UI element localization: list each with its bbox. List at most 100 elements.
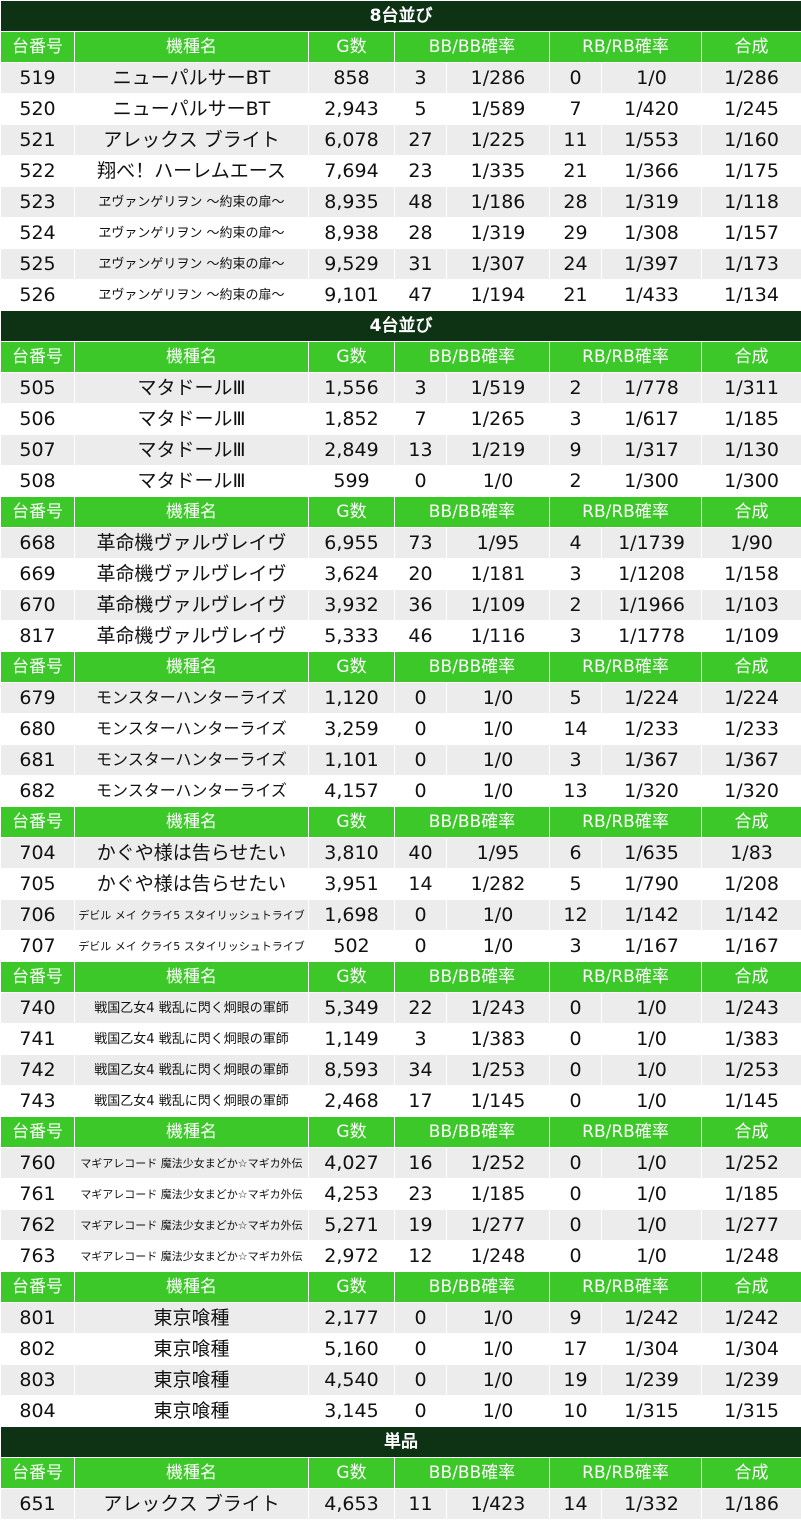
cell-model-name: ヱヴァンゲリヲン ～約束の扉～ (74, 279, 309, 311)
cell-bb-count: 12 (394, 1240, 447, 1272)
section-title: 8台並び (0, 0, 801, 32)
cell-bb-count: 36 (394, 589, 447, 621)
cell-machine-no: 804 (0, 1395, 75, 1427)
cell-games: 6,078 (308, 124, 395, 156)
cell-bb-count: 22 (394, 992, 447, 1024)
table-row: 506 マタドールⅢ 1,852 7 1/265 3 1/617 1/185 (0, 403, 801, 435)
cell-bb-rate: 1/225 (446, 124, 550, 156)
cell-machine-no: 520 (0, 93, 75, 125)
cell-rb-rate: 1/778 (601, 372, 702, 404)
cell-rb-count: 0 (549, 1209, 602, 1241)
cell-model-name: マギアレコード 魔法少女まどか☆マギカ外伝 (74, 1209, 309, 1241)
header-rb-rate: RB/RB確率 (549, 961, 702, 993)
cell-rb-count: 14 (549, 1488, 602, 1520)
cell-combined-rate: 1/167 (700, 930, 801, 962)
cell-bb-count: 31 (394, 248, 447, 280)
header-machine-no: 台番号 (0, 496, 75, 528)
cell-machine-no: 705 (0, 868, 75, 900)
cell-model-name: ヱヴァンゲリヲン ～約束の扉～ (74, 186, 309, 218)
column-header-row: 台番号 機種名 G数 BB/BB確率 RB/RB確率 合成 (0, 1457, 801, 1489)
cell-rb-rate: 1/0 (601, 1054, 702, 1086)
cell-model-name: マタドールⅢ (74, 372, 309, 404)
cell-machine-no: 743 (0, 1085, 75, 1117)
cell-machine-no: 741 (0, 1023, 75, 1055)
cell-machine-no: 668 (0, 527, 75, 559)
cell-machine-no: 669 (0, 558, 75, 590)
table-row: 679 モンスターハンターライズ 1,120 0 1/0 5 1/224 1/224 (0, 682, 801, 714)
section-title-row: 8台並び (0, 0, 801, 32)
cell-model-name: 東京喰種 (74, 1302, 309, 1334)
cell-rb-count: 19 (549, 1364, 602, 1396)
cell-rb-count: 10 (549, 1395, 602, 1427)
cell-machine-no: 522 (0, 155, 75, 187)
table-row: 707 デビル メイ クライ5 スタイリッシュトライブ 502 0 1/0 3 1/167 1… (0, 930, 801, 962)
table-row: 525 ヱヴァンゲリヲン ～約束の扉～ 9,529 31 1/307 24 1/397 1/1… (0, 248, 801, 280)
column-header-row: 台番号 機種名 G数 BB/BB確率 RB/RB確率 合成 (0, 31, 801, 63)
cell-rb-rate: 1/315 (601, 1395, 702, 1427)
cell-bb-rate: 1/194 (446, 279, 550, 311)
cell-bb-count: 0 (394, 1333, 447, 1365)
cell-bb-count: 48 (394, 186, 447, 218)
cell-model-name: 東京喰種 (74, 1333, 309, 1365)
cell-combined-rate: 1/253 (700, 1054, 801, 1086)
cell-rb-rate: 1/0 (601, 992, 702, 1024)
column-header-row: 台番号 機種名 G数 BB/BB確率 RB/RB確率 合成 (0, 961, 801, 993)
column-header-row: 台番号 機種名 G数 BB/BB確率 RB/RB確率 合成 (0, 806, 801, 838)
cell-machine-no: 523 (0, 186, 75, 218)
cell-rb-count: 3 (549, 744, 602, 776)
header-combined-rate: 合成 (700, 1116, 801, 1148)
cell-bb-count: 17 (394, 1085, 447, 1117)
section-title: 単品 (0, 1426, 801, 1458)
header-model-name: 機種名 (74, 341, 309, 373)
table-row: 669 革命機ヴァルヴレイヴ 3,624 20 1/181 3 1/1208 1/158 (0, 558, 801, 590)
cell-games: 599 (308, 465, 395, 497)
cell-rb-rate: 1/0 (601, 1147, 702, 1179)
header-combined-rate: 合成 (700, 806, 801, 838)
header-games: G数 (308, 31, 395, 63)
cell-combined-rate: 1/145 (700, 1085, 801, 1117)
cell-bb-count: 13 (394, 434, 447, 466)
cell-model-name: アレックス ブライト (74, 1488, 309, 1520)
header-machine-no: 台番号 (0, 341, 75, 373)
cell-machine-no: 817 (0, 620, 75, 652)
cell-rb-count: 3 (549, 620, 602, 652)
cell-model-name: マギアレコード 魔法少女まどか☆マギカ外伝 (74, 1147, 309, 1179)
table-row: 505 マタドールⅢ 1,556 3 1/519 2 1/778 1/311 (0, 372, 801, 404)
cell-bb-rate: 1/0 (446, 465, 550, 497)
table-row: 740 戦国乙女4 戦乱に閃く炯眼の軍師 5,349 22 1/243 0 1/0 1/243 (0, 992, 801, 1024)
cell-games: 3,932 (308, 589, 395, 621)
cell-rb-count: 6 (549, 837, 602, 869)
cell-machine-no: 521 (0, 124, 75, 156)
cell-model-name: 革命機ヴァルヴレイヴ (74, 620, 309, 652)
cell-rb-count: 24 (549, 248, 602, 280)
cell-bb-count: 73 (394, 527, 447, 559)
cell-bb-count: 28 (394, 217, 447, 249)
cell-games: 1,556 (308, 372, 395, 404)
cell-machine-no: 670 (0, 589, 75, 621)
header-bb-rate: BB/BB確率 (394, 341, 550, 373)
cell-rb-count: 12 (549, 899, 602, 931)
cell-bb-rate: 1/109 (446, 589, 550, 621)
cell-rb-count: 2 (549, 372, 602, 404)
cell-model-name: モンスターハンターライズ (74, 682, 309, 714)
cell-rb-count: 0 (549, 1240, 602, 1272)
cell-bb-count: 0 (394, 1364, 447, 1396)
cell-rb-rate: 1/1739 (601, 527, 702, 559)
cell-games: 5,333 (308, 620, 395, 652)
cell-rb-rate: 1/1966 (601, 589, 702, 621)
cell-bb-count: 0 (394, 465, 447, 497)
cell-machine-no: 524 (0, 217, 75, 249)
cell-combined-rate: 1/239 (700, 1364, 801, 1396)
cell-combined-rate: 1/233 (700, 713, 801, 745)
cell-bb-count: 46 (394, 620, 447, 652)
cell-rb-count: 14 (549, 713, 602, 745)
cell-rb-rate: 1/1208 (601, 558, 702, 590)
cell-bb-count: 27 (394, 124, 447, 156)
cell-rb-count: 0 (549, 1023, 602, 1055)
cell-rb-rate: 1/617 (601, 403, 702, 435)
cell-machine-no: 651 (0, 1488, 75, 1520)
header-bb-rate: BB/BB確率 (394, 806, 550, 838)
cell-machine-no: 763 (0, 1240, 75, 1272)
cell-machine-no: 526 (0, 279, 75, 311)
cell-games: 4,157 (308, 775, 395, 807)
